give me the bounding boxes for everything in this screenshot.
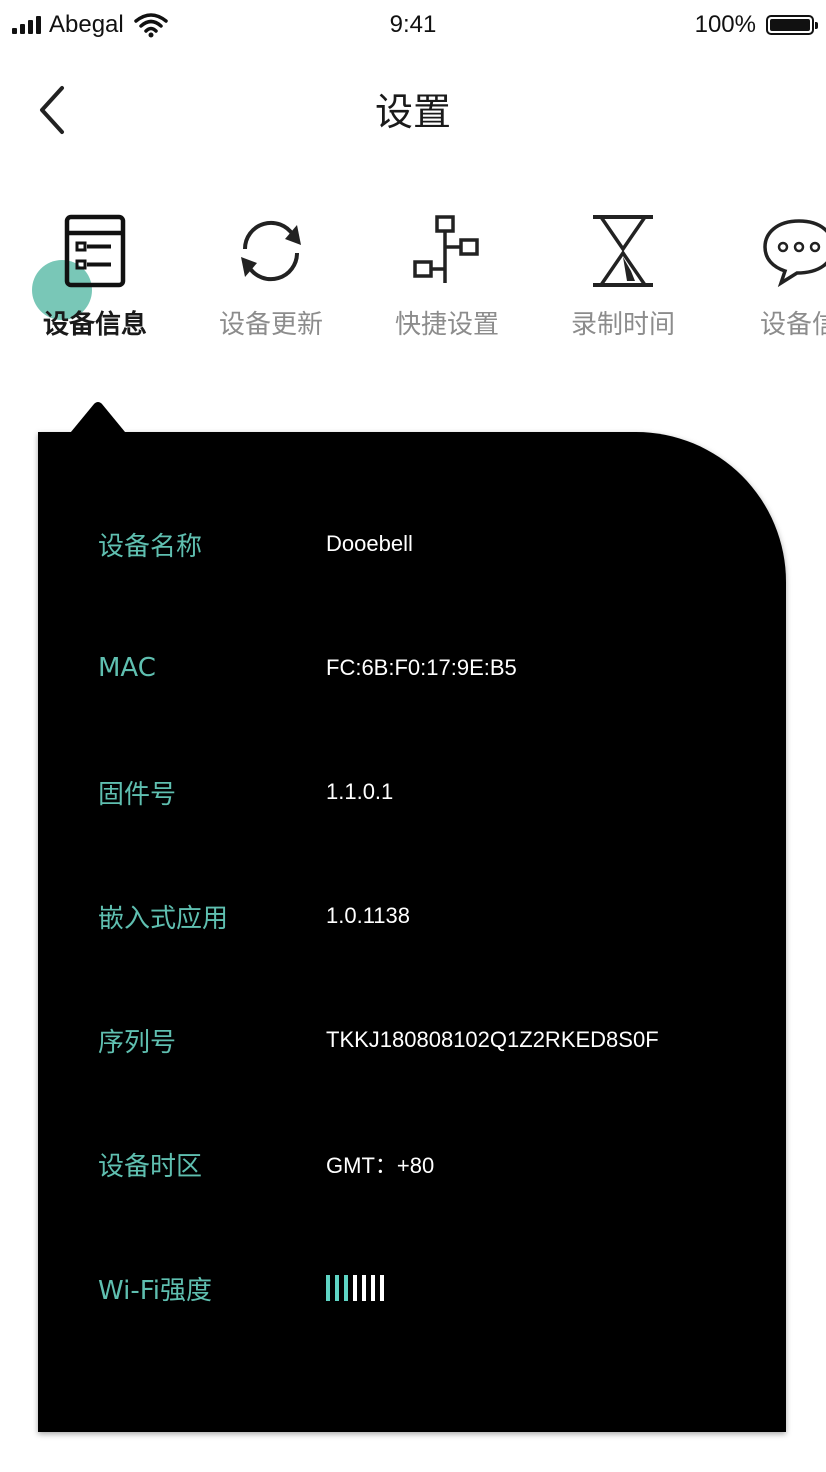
info-label: 序列号 bbox=[98, 1027, 177, 1058]
info-value: FC:6B:F0:17:9E:B5 bbox=[326, 655, 517, 680]
wifi-strength-bar bbox=[371, 1275, 375, 1301]
info-label: MAC bbox=[98, 653, 156, 683]
wifi-strength-bar bbox=[335, 1275, 339, 1301]
tab-device-info[interactable]: 设备信息 bbox=[20, 208, 170, 348]
document-list-icon bbox=[50, 208, 140, 294]
chat-bubble-icon bbox=[754, 208, 826, 294]
network-icon bbox=[402, 208, 492, 294]
info-row-timezone: 设备时区 GMT：+80 bbox=[98, 1144, 434, 1184]
tab-device-messages[interactable]: 设备信 bbox=[724, 208, 826, 348]
info-label: 嵌入式应用 bbox=[98, 903, 229, 934]
tab-label: 设备信 bbox=[759, 310, 826, 340]
battery-percent: 100% bbox=[694, 11, 756, 38]
tab-label: 录制时间 bbox=[570, 310, 675, 340]
refresh-icon bbox=[226, 208, 316, 294]
wifi-strength-meter bbox=[326, 1275, 384, 1301]
info-label: 设备名称 bbox=[98, 531, 203, 562]
wifi-strength-bar bbox=[362, 1275, 366, 1301]
info-value: GMT：+80 bbox=[326, 1153, 435, 1178]
info-label: Wi-Fi强度 bbox=[98, 1275, 213, 1306]
tab-label: 快捷设置 bbox=[394, 310, 499, 340]
device-info-card: 设备名称 Dooebell MAC FC:6B:F0:17:9E:B5 固件号 … bbox=[38, 432, 786, 1432]
info-row-mac: MAC FC:6B:F0:17:9E:B5 bbox=[98, 648, 517, 688]
tab-label: 设备更新 bbox=[218, 310, 323, 340]
info-value: Dooebell bbox=[326, 531, 413, 556]
nav-bar: 设置 bbox=[0, 60, 826, 164]
page-title: 设置 bbox=[374, 90, 451, 134]
info-value: 1.0.1138 bbox=[326, 903, 411, 928]
wifi-strength-bar bbox=[353, 1275, 357, 1301]
wifi-strength-bar bbox=[344, 1275, 348, 1301]
tab-device-update[interactable]: 设备更新 bbox=[196, 208, 346, 348]
info-value: TKKJ180808102Q1Z2RKED8S0F bbox=[326, 1027, 659, 1052]
tab-recording-time[interactable]: 录制时间 bbox=[548, 208, 698, 348]
hourglass-icon bbox=[578, 208, 668, 294]
info-value: 1.1.0.1 bbox=[326, 779, 394, 804]
info-label: 固件号 bbox=[98, 779, 177, 810]
tab-label: 设备信息 bbox=[42, 310, 147, 340]
status-bar: Abegal 9:41 100% bbox=[0, 0, 826, 50]
info-row-embedded-app: 嵌入式应用 1.0.1138 bbox=[98, 896, 410, 936]
tab-quick-settings[interactable]: 快捷设置 bbox=[372, 208, 522, 348]
info-row-serial: 序列号 TKKJ180808102Q1Z2RKED8S0F bbox=[98, 1020, 659, 1060]
wifi-strength-bar bbox=[380, 1275, 384, 1301]
info-row-firmware: 固件号 1.1.0.1 bbox=[98, 772, 393, 812]
battery-icon bbox=[766, 15, 818, 35]
info-row-wifi-strength: Wi-Fi强度 bbox=[98, 1268, 384, 1308]
settings-tabs: 设备信息 设备更新 快捷设置 录制时间 设备信 bbox=[0, 208, 826, 348]
wifi-strength-bar bbox=[326, 1275, 330, 1301]
info-row-device-name: 设备名称 Dooebell bbox=[98, 524, 413, 564]
info-label: 设备时区 bbox=[98, 1151, 203, 1182]
status-right: 100% bbox=[694, 8, 818, 42]
